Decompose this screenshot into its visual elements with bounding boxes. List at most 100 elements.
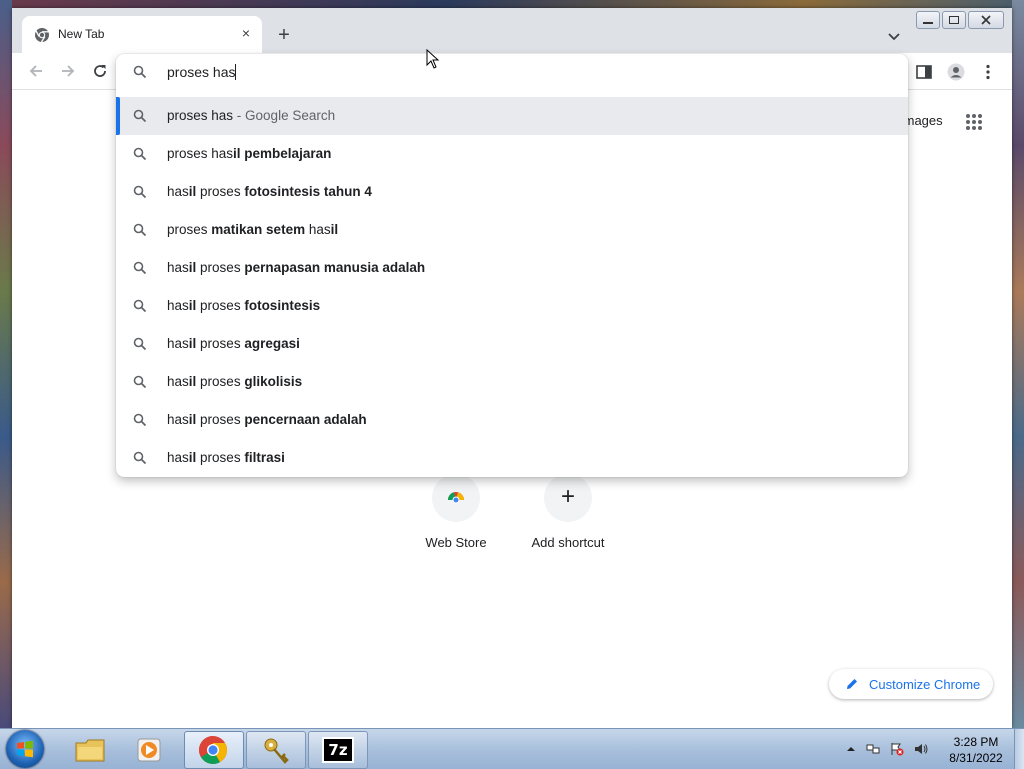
suggestion-item[interactable]: hasil proses pernapasan manusia adalah [116, 249, 908, 287]
suggestion-completion: matikan setem [211, 222, 306, 237]
7zip-icon-label: 7z [328, 741, 348, 759]
customize-chrome-button[interactable]: Customize Chrome [829, 669, 993, 699]
omnibox-dropdown: proses has proses has - Google Search pro… [116, 54, 908, 477]
suggestion-match: has [167, 260, 189, 275]
suggestion-text: hasil proses glikolisis [167, 374, 302, 389]
windows-taskbar: 7z 3:28 PM 8/31/2022 [0, 728, 1024, 769]
tab-search-chevron-icon[interactable] [884, 26, 904, 46]
suggestion-item[interactable]: hasil proses fotosintesis tahun 4 [116, 173, 908, 211]
text-caret [235, 64, 237, 80]
taskbar-keys-app[interactable] [246, 731, 306, 769]
suggestion-text: hasil proses pernapasan manusia adalah [167, 260, 425, 275]
suggestion-match: proses has [167, 108, 234, 123]
keys-icon [264, 738, 289, 764]
suggestion-suffix: - Google Search [233, 108, 336, 123]
search-icon [133, 261, 147, 275]
restore-button[interactable] [942, 11, 966, 29]
suggestion-item[interactable]: hasil proses glikolisis [116, 363, 908, 401]
taskbar-explorer[interactable] [60, 731, 118, 767]
suggestion-completion: agregasi [244, 336, 300, 351]
minimize-button[interactable] [916, 11, 940, 29]
tab-new-tab[interactable]: New Tab × [22, 16, 262, 53]
suggestion-text: hasil proses filtrasi [167, 450, 285, 465]
customize-chrome-label: Customize Chrome [869, 677, 981, 692]
plus-icon: + [560, 483, 575, 510]
profile-avatar-icon[interactable] [947, 63, 965, 81]
suggestion-match: proses [196, 374, 245, 389]
action-center-flag-icon[interactable] [890, 742, 904, 756]
desktop-background-left [0, 0, 12, 728]
tab-strip: New Tab × + [12, 8, 1012, 53]
web-store-tile [432, 474, 480, 522]
chrome-window: New Tab × + proses has proses has - Goog… [12, 8, 1012, 728]
suggestion-match: has [167, 336, 189, 351]
close-window-button[interactable] [968, 11, 1004, 29]
mouse-cursor-icon [426, 49, 440, 69]
taskbar-7zip[interactable]: 7z [308, 731, 368, 769]
suggestion-item[interactable]: proses has - Google Search [116, 97, 908, 135]
search-icon [133, 299, 147, 313]
shortcut-label-web-store: Web Store [425, 535, 487, 550]
suggestion-item[interactable]: hasil proses filtrasi [116, 439, 908, 477]
search-icon [133, 451, 147, 465]
suggestion-match: proses [196, 412, 245, 427]
windows-logo-icon [17, 740, 33, 758]
shortcut-add[interactable]: + Add shortcut [513, 474, 623, 550]
suggestion-item[interactable]: hasil proses pencernaan adalah [116, 401, 908, 439]
suggestion-item[interactable]: proses hasil pembelajaran [116, 135, 908, 173]
suggestion-text: proses has - Google Search [167, 108, 335, 123]
more-menu-icon[interactable] [979, 63, 997, 81]
omnibox-text-wrap: proses has [167, 64, 237, 80]
suggestion-match: has [305, 222, 331, 237]
suggestion-item[interactable]: hasil proses fotosintesis [116, 287, 908, 325]
side-panel-icon[interactable] [915, 63, 933, 81]
show-desktop-button[interactable] [1014, 729, 1024, 769]
back-arrow-icon[interactable] [26, 61, 46, 81]
taskbar-media-player[interactable] [120, 731, 178, 767]
close-x-icon [981, 15, 991, 25]
suggestion-match: proses [196, 298, 245, 313]
start-button[interactable] [6, 730, 44, 768]
suggestion-match: proses [167, 222, 212, 237]
search-icon [133, 337, 147, 351]
search-icon [133, 223, 147, 237]
search-icon [133, 413, 147, 427]
suggestion-match: proses has [167, 146, 234, 161]
system-clock[interactable]: 3:28 PM 8/31/2022 [940, 734, 1012, 766]
add-shortcut-tile: + [544, 474, 592, 522]
suggestion-match: has [167, 412, 189, 427]
suggestion-completion: il pembelajaran [233, 146, 332, 161]
network-icon[interactable] [866, 742, 880, 756]
volume-icon[interactable] [914, 742, 928, 756]
show-hidden-icons-icon[interactable] [844, 742, 858, 756]
suggestion-text: hasil proses agregasi [167, 336, 300, 351]
shortcut-web-store[interactable]: Web Store [401, 474, 511, 550]
new-tab-button[interactable]: + [272, 24, 296, 48]
suggestion-completion: filtrasi [244, 450, 285, 465]
pencil-icon [847, 679, 857, 689]
suggestion-text: hasil proses pencernaan adalah [167, 412, 367, 427]
suggestion-item[interactable]: proses matikan setem hasil [116, 211, 908, 249]
suggestion-text: proses hasil pembelajaran [167, 146, 331, 161]
suggestion-match: has [167, 374, 189, 389]
shortcut-label-add: Add shortcut [531, 535, 605, 550]
taskbar-chrome[interactable] [184, 731, 244, 769]
suggestion-item[interactable]: hasil proses agregasi [116, 325, 908, 363]
search-icon [133, 147, 147, 161]
chrome-favicon-icon [35, 28, 49, 43]
google-apps-grid-icon[interactable] [965, 113, 983, 131]
suggestion-text: hasil proses fotosintesis [167, 298, 320, 313]
suggestion-match: proses [196, 260, 245, 275]
7zip-icon: 7z [322, 737, 354, 763]
tab-close-icon[interactable]: × [237, 24, 255, 42]
search-icon [133, 65, 147, 79]
reload-icon[interactable] [90, 61, 110, 81]
suggestion-match: proses [196, 336, 245, 351]
suggestion-completion: fotosintesis [244, 298, 321, 313]
chrome-icon [199, 736, 227, 764]
search-icon [133, 109, 147, 123]
media-player-icon [137, 738, 161, 762]
forward-arrow-icon[interactable] [58, 61, 78, 81]
suggestion-text: hasil proses fotosintesis tahun 4 [167, 184, 372, 199]
omnibox-input[interactable]: proses has [116, 54, 908, 90]
